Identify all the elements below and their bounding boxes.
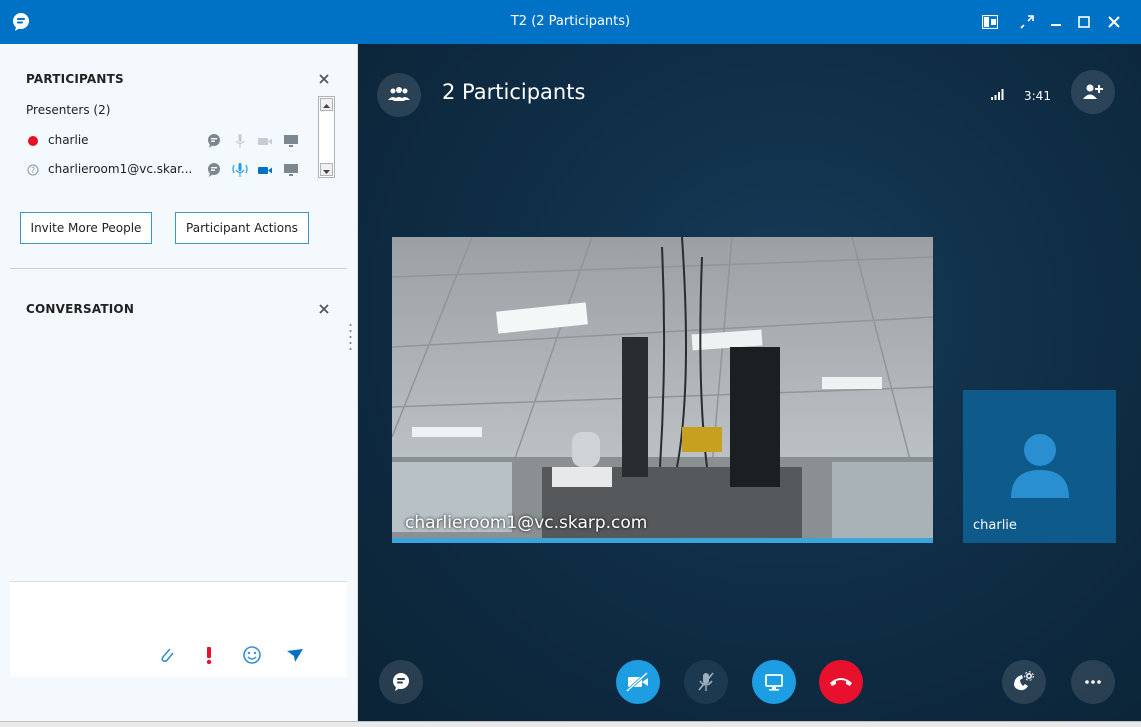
close-participants-icon[interactable] xyxy=(317,72,331,86)
arrow-up-icon xyxy=(323,104,330,108)
mic-active-icon xyxy=(232,163,248,177)
scroll-up-button[interactable] xyxy=(320,98,333,111)
participants-toggle-button[interactable] xyxy=(377,73,421,117)
avatar-placeholder-icon xyxy=(1011,434,1069,498)
screen-share-icon xyxy=(284,135,298,147)
resize-grip-icon[interactable] xyxy=(349,322,352,352)
svg-text:?: ? xyxy=(31,166,35,175)
screen-share-icon xyxy=(284,164,298,176)
attach-file-icon[interactable] xyxy=(156,644,178,666)
minimize-button[interactable] xyxy=(1043,9,1069,35)
more-options-button[interactable] xyxy=(1071,660,1115,704)
participant-name: charlieroom1@vc.skar... xyxy=(48,162,193,176)
emoticon-icon[interactable] xyxy=(241,644,263,666)
people-icon xyxy=(388,87,410,101)
participant-tile-name: charlie xyxy=(973,518,1017,533)
add-participant-button[interactable] xyxy=(1071,70,1115,114)
participant-count-title: 2 Participants xyxy=(442,80,586,104)
close-window-button[interactable] xyxy=(1101,9,1127,35)
im-toggle-button[interactable] xyxy=(379,660,423,704)
invite-more-people-button[interactable]: Invite More People xyxy=(20,212,152,244)
presence-busy-icon xyxy=(28,136,38,146)
call-timer: 3:41 xyxy=(1024,89,1051,103)
ellipsis-icon xyxy=(1085,680,1101,684)
panel-divider xyxy=(10,268,347,269)
im-icon xyxy=(208,163,220,177)
layout-icon xyxy=(982,15,998,29)
mic-off-icon xyxy=(235,134,245,148)
maximize-button[interactable] xyxy=(1071,9,1097,35)
send-icon[interactable] xyxy=(284,644,306,666)
arrow-down-icon xyxy=(323,170,330,174)
main-video-feed[interactable]: charlieroom1@vc.skarp.com xyxy=(392,237,933,543)
title-bar: T2 (2 Participants) xyxy=(0,0,1141,44)
participant-row[interactable]: ? charlieroom1@vc.skar... xyxy=(26,160,316,180)
layout-toggle-button[interactable] xyxy=(977,9,1003,35)
participant-actions-button[interactable]: Participant Actions xyxy=(175,212,309,244)
participant-row[interactable]: charlie xyxy=(26,131,316,151)
close-conversation-icon[interactable] xyxy=(317,302,331,316)
call-controls-button[interactable] xyxy=(1002,660,1046,704)
fullscreen-button[interactable] xyxy=(1014,9,1040,35)
main-video-label: charlieroom1@vc.skarp.com xyxy=(405,513,648,533)
hang-up-icon xyxy=(830,678,852,686)
window-title: T2 (2 Participants) xyxy=(510,14,631,29)
mute-button[interactable] xyxy=(684,660,728,704)
high-importance-icon[interactable] xyxy=(198,644,220,666)
close-icon xyxy=(1108,16,1120,28)
dialpad-phone-icon xyxy=(1014,671,1034,691)
participant-name: charlie xyxy=(48,133,89,147)
minimize-icon xyxy=(1051,24,1061,26)
video-toggle-button[interactable] xyxy=(616,660,660,704)
bottom-edge xyxy=(0,721,1141,727)
participant-tile[interactable]: charlie xyxy=(963,390,1116,543)
add-person-icon xyxy=(1083,84,1103,99)
monitor-icon xyxy=(765,674,783,691)
signal-strength-icon[interactable] xyxy=(991,88,1005,100)
maximize-icon xyxy=(1078,16,1090,28)
active-speaker-bar xyxy=(392,538,933,543)
video-off-icon xyxy=(625,671,649,693)
present-content-button[interactable] xyxy=(752,660,796,704)
office-video-frame xyxy=(392,237,933,543)
participants-title: PARTICIPANTS xyxy=(26,72,124,86)
conversation-title: CONVERSATION xyxy=(26,302,135,316)
expand-icon xyxy=(1020,15,1034,29)
presence-unknown-icon: ? xyxy=(27,164,39,176)
im-icon xyxy=(208,134,220,148)
video-on-icon xyxy=(258,167,272,174)
participants-scrollbar[interactable] xyxy=(318,96,335,178)
scroll-down-button[interactable] xyxy=(320,163,333,176)
presenters-group-label: Presenters (2) xyxy=(26,103,111,117)
mic-muted-icon xyxy=(698,672,714,691)
chat-icon xyxy=(393,673,409,691)
video-off-icon xyxy=(258,138,272,145)
hang-up-button[interactable] xyxy=(819,660,863,704)
